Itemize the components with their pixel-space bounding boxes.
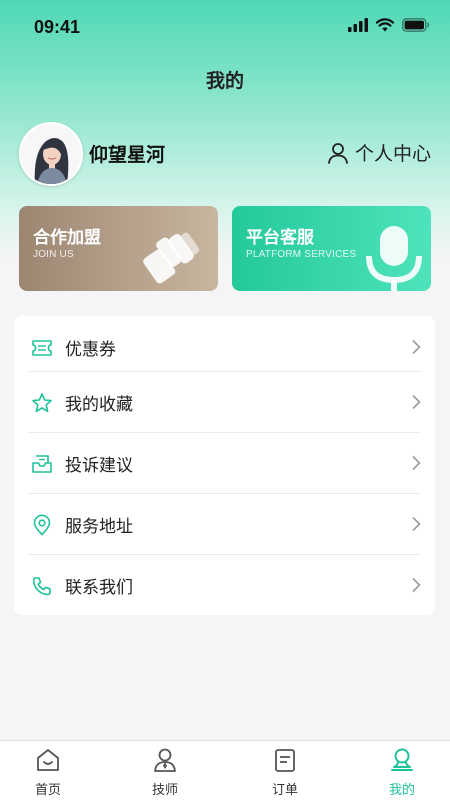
coupon-icon <box>32 339 52 356</box>
username: 仰望星河 <box>89 144 166 166</box>
tab-label: 首页 <box>34 783 61 798</box>
technician-icon <box>154 748 176 772</box>
phone-icon <box>32 576 51 595</box>
menu-item-label: 我的收藏 <box>65 395 133 415</box>
avatar[interactable] <box>19 122 83 186</box>
chevron-right-icon <box>412 577 421 593</box>
menu-item-contact-us[interactable]: 联系我们 <box>28 555 421 616</box>
star-icon <box>32 392 52 412</box>
order-icon <box>275 749 295 772</box>
profile-icon <box>391 748 413 771</box>
page-title: 我的 <box>205 70 244 92</box>
platform-service-card[interactable]: 平台客服 PLATFORM SERVICES <box>232 206 431 291</box>
personal-center-link[interactable]: 个人中心 <box>327 139 431 166</box>
status-time: 09:41 <box>34 17 81 37</box>
status-bar: 09:41 <box>0 0 450 56</box>
chevron-right-icon <box>412 394 421 410</box>
tab-label: 我的 <box>388 783 415 798</box>
platform-service-subtitle: PLATFORM SERVICES <box>246 249 357 260</box>
platform-service-title: 平台客服 <box>246 228 314 248</box>
menu-item-label: 联系我们 <box>65 578 133 598</box>
chevron-right-icon <box>412 339 421 355</box>
chevron-right-icon <box>412 516 421 532</box>
menu-list: 优惠券 我的收藏 投诉建议 服务地址 联系我们 <box>14 316 435 615</box>
menu-item-label: 优惠券 <box>65 340 116 360</box>
tab-home[interactable]: 首页 <box>8 747 88 798</box>
bottom-tab-bar: 首页 技师 订单 我的 <box>0 740 450 801</box>
menu-item-favorites[interactable]: 我的收藏 <box>28 372 421 433</box>
personal-center-label: 个人中心 <box>354 143 431 165</box>
join-us-card[interactable]: 合作加盟 JOIN US <box>19 206 218 291</box>
profile-row: 仰望星河 个人中心 <box>19 122 431 186</box>
handshake-icon <box>143 232 200 284</box>
location-pin-icon <box>33 514 51 535</box>
tab-technician[interactable]: 技师 <box>125 747 205 798</box>
tab-label: 技师 <box>151 783 178 798</box>
tab-orders[interactable]: 订单 <box>245 747 325 798</box>
menu-item-complaints[interactable]: 投诉建议 <box>28 433 421 494</box>
avatar-illustration <box>21 124 81 184</box>
mailbox-icon <box>32 454 52 473</box>
menu-item-label: 服务地址 <box>65 517 133 537</box>
microphone-icon <box>366 226 422 291</box>
join-us-subtitle: JOIN US <box>33 249 74 260</box>
home-icon <box>37 749 59 771</box>
chevron-right-icon <box>412 455 421 471</box>
tab-mine[interactable]: 我的 <box>362 747 442 798</box>
status-icons <box>348 18 430 32</box>
menu-item-coupon[interactable]: 优惠券 <box>28 317 421 378</box>
battery-icon <box>402 18 430 32</box>
wifi-icon <box>376 18 394 32</box>
join-us-title: 合作加盟 <box>33 228 101 248</box>
tab-label: 订单 <box>271 783 298 798</box>
user-outline-icon <box>328 142 348 164</box>
menu-item-label: 投诉建议 <box>65 456 133 476</box>
menu-item-service-address[interactable]: 服务地址 <box>28 494 421 555</box>
signal-icon <box>348 18 368 32</box>
